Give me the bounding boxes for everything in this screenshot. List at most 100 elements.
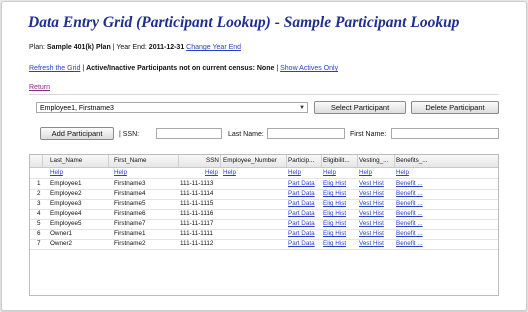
row-number: 3 xyxy=(37,200,41,207)
elig-hist-link[interactable]: Elig Hist xyxy=(323,220,346,227)
cell-first-name: Firstname4 xyxy=(114,190,146,197)
cell-last-name: Employee2 xyxy=(50,190,82,197)
benefit-link[interactable]: Benefit ... xyxy=(396,180,423,187)
cell-ssn: 111-11-1112 xyxy=(180,240,214,247)
help-link-participant[interactable]: Help xyxy=(288,169,301,176)
help-link-first-name[interactable]: Help xyxy=(114,169,127,176)
last-name-label: Last Name: xyxy=(228,131,264,138)
elig-hist-link[interactable]: Elig Hist xyxy=(323,230,346,237)
return-link[interactable]: Return xyxy=(29,84,50,91)
vest-hist-link[interactable]: Vest Hist xyxy=(359,220,384,227)
vest-hist-link[interactable]: Vest Hist xyxy=(359,200,384,207)
cell-ssn: 111-11-1114 xyxy=(180,190,214,197)
benefit-link[interactable]: Benefit ... xyxy=(396,220,423,227)
help-link-ssn[interactable]: Help xyxy=(205,169,218,176)
column-separator xyxy=(42,155,43,167)
help-link-vesting[interactable]: Help xyxy=(359,169,372,176)
participant-select-value: Employee1, Firstname3 xyxy=(40,105,114,112)
divider xyxy=(29,94,499,95)
benefit-link[interactable]: Benefit ... xyxy=(396,210,423,217)
column-separator xyxy=(178,155,179,167)
elig-hist-link[interactable]: Elig Hist xyxy=(323,200,346,207)
benefit-link[interactable]: Benefit ... xyxy=(396,230,423,237)
column-separator xyxy=(220,155,221,167)
year-end-value: 2011-12-31 xyxy=(148,44,185,51)
grid-header: Last_Name First_Name SSN Employee_Number… xyxy=(30,155,498,168)
cell-ssn: 111-11-1113 xyxy=(180,180,214,187)
column-separator xyxy=(286,155,287,167)
column-header-benefits[interactable]: Benefits_... xyxy=(396,157,428,164)
column-separator xyxy=(321,155,322,167)
page-title: Data Entry Grid (Participant Lookup) - S… xyxy=(28,14,460,31)
vest-hist-link[interactable]: Vest Hist xyxy=(359,210,384,217)
cell-first-name: Firstname2 xyxy=(114,240,146,247)
row-number: 6 xyxy=(37,230,41,237)
vest-hist-link[interactable]: Vest Hist xyxy=(359,240,384,247)
benefit-link[interactable]: Benefit ... xyxy=(396,190,423,197)
help-link-last-name[interactable]: Help xyxy=(50,169,63,176)
plan-name: Sample 401(k) Plan xyxy=(46,44,111,51)
row-divider xyxy=(30,249,498,250)
elig-hist-link[interactable]: Elig Hist xyxy=(323,240,346,247)
help-link-benefits[interactable]: Help xyxy=(396,169,409,176)
row-divider xyxy=(30,219,498,220)
row-divider xyxy=(30,199,498,200)
column-header-last-name[interactable]: Last_Name xyxy=(50,157,82,164)
part-data-link[interactable]: Part Data xyxy=(288,240,315,247)
row-divider xyxy=(30,178,498,179)
first-name-input[interactable] xyxy=(391,128,499,139)
part-data-link[interactable]: Part Data xyxy=(288,190,315,197)
refresh-grid-link[interactable]: Refresh the Grid xyxy=(29,65,80,72)
vest-hist-link[interactable]: Vest Hist xyxy=(359,180,384,187)
column-header-employee-number[interactable]: Employee_Number xyxy=(223,157,277,164)
show-actives-link[interactable]: Show Actives Only xyxy=(280,65,338,72)
first-name-label: First Name: xyxy=(350,131,387,138)
part-data-link[interactable]: Part Data xyxy=(288,220,315,227)
part-data-link[interactable]: Part Data xyxy=(288,200,315,207)
column-separator xyxy=(357,155,358,167)
add-participant-button[interactable]: Add Participant xyxy=(40,127,114,140)
column-header-first-name[interactable]: First_Name xyxy=(114,157,147,164)
elig-hist-link[interactable]: Elig Hist xyxy=(323,210,346,217)
vest-hist-link[interactable]: Vest Hist xyxy=(359,230,384,237)
plan-separator: | xyxy=(112,44,115,51)
row-divider xyxy=(30,209,498,210)
part-data-link[interactable]: Part Data xyxy=(288,180,315,187)
elig-hist-link[interactable]: Elig Hist xyxy=(323,180,346,187)
column-header-vesting[interactable]: Vesting_... xyxy=(359,157,388,164)
year-end-label: Year End: xyxy=(116,44,147,51)
column-header-ssn[interactable]: SSN xyxy=(206,157,219,164)
benefit-link[interactable]: Benefit ... xyxy=(396,240,423,247)
part-data-link[interactable]: Part Data xyxy=(288,210,315,217)
select-participant-button[interactable]: Select Participant xyxy=(314,101,406,114)
elig-hist-link[interactable]: Elig Hist xyxy=(323,190,346,197)
part-data-link[interactable]: Part Data xyxy=(288,230,315,237)
refresh-bar: Refresh the Grid | Active/Inactive Parti… xyxy=(29,65,338,72)
cell-ssn: 111-11-1115 xyxy=(180,200,214,207)
cell-first-name: Firstname6 xyxy=(114,210,146,217)
delete-participant-button[interactable]: Delete Participant xyxy=(411,101,499,114)
last-name-input[interactable] xyxy=(267,128,345,139)
row-divider xyxy=(30,229,498,230)
cell-first-name: Firstname1 xyxy=(114,230,146,237)
help-link-employee-number[interactable]: Help xyxy=(223,169,236,176)
cell-first-name: Firstname5 xyxy=(114,200,146,207)
cell-last-name: Employee3 xyxy=(50,200,82,207)
vest-hist-link[interactable]: Vest Hist xyxy=(359,190,384,197)
participant-select[interactable]: Employee1, Firstname3 ▼ xyxy=(36,102,308,113)
refresh-separator-2: | xyxy=(276,65,279,72)
plan-label: Plan: xyxy=(29,44,45,51)
benefit-link[interactable]: Benefit ... xyxy=(396,200,423,207)
cell-ssn: 111-11-1117 xyxy=(180,220,214,227)
cell-ssn: 111-11-1116 xyxy=(180,210,214,217)
census-status: Active/Inactive Participants not on curr… xyxy=(86,65,275,72)
column-header-eligibility[interactable]: Eligibilit... xyxy=(323,157,350,164)
change-year-end-link[interactable]: Change Year End xyxy=(186,44,241,51)
cell-last-name: Employee1 xyxy=(50,180,82,187)
column-separator xyxy=(394,155,395,167)
plan-info: Plan: Sample 401(k) Plan | Year End: 201… xyxy=(29,44,241,51)
ssn-input[interactable] xyxy=(156,128,222,139)
column-header-participant[interactable]: Particip... xyxy=(288,157,314,164)
help-link-eligibility[interactable]: Help xyxy=(323,169,336,176)
row-number: 5 xyxy=(37,220,41,227)
